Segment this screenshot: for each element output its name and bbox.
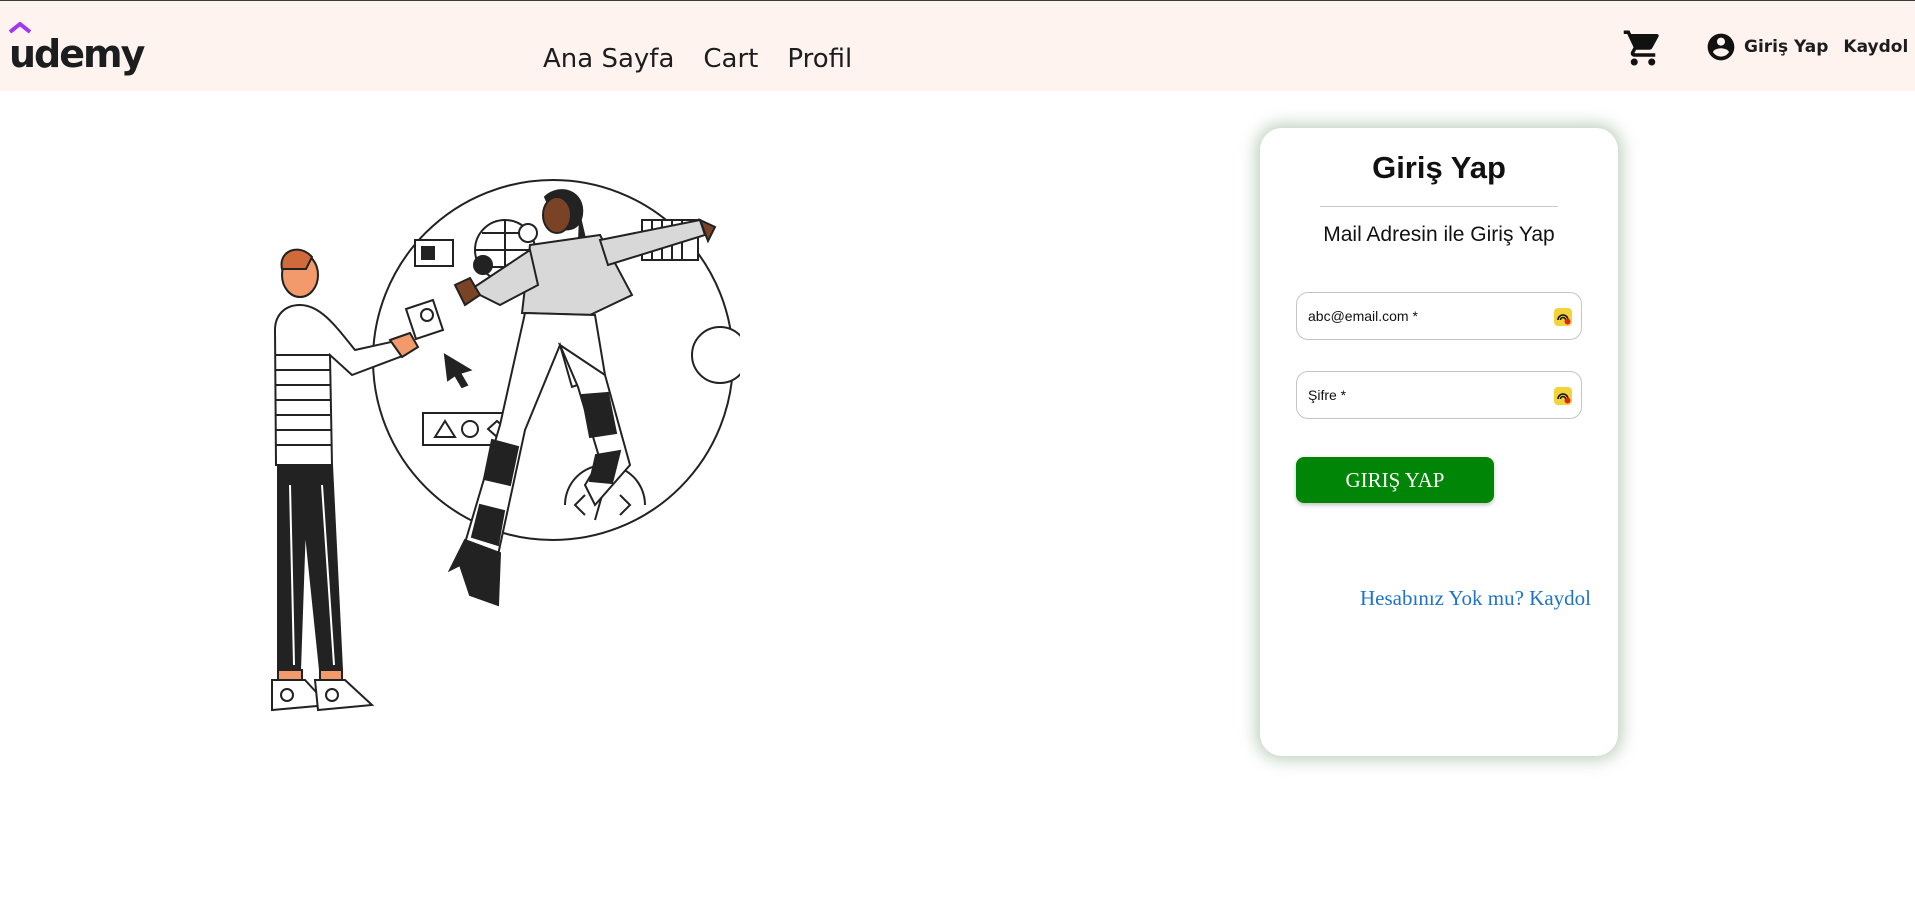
card-subtitle: Mail Adresin ile Giriş Yap xyxy=(1323,223,1555,246)
card-divider xyxy=(1320,206,1558,207)
nav-link-cart[interactable]: Cart xyxy=(703,42,758,76)
auth-area: Giriş Yap Kaydol xyxy=(1705,31,1908,63)
card-title: Giriş Yap xyxy=(1372,150,1506,185)
logo-cap-icon xyxy=(9,22,31,34)
password-manager-icon[interactable] xyxy=(1553,307,1573,327)
password-input[interactable] xyxy=(1297,372,1581,418)
nav-links: Ana Sayfa Cart Profil xyxy=(543,42,852,76)
logo-text: udemy xyxy=(9,32,145,76)
nav-link-profile[interactable]: Profil xyxy=(787,42,852,76)
nav-link-home[interactable]: Ana Sayfa xyxy=(543,42,674,76)
register-link[interactable]: Hesabınız Yok mu? Kaydol xyxy=(1360,586,1591,611)
password-field[interactable]: Şifre * xyxy=(1296,371,1582,419)
learning-people-illustration xyxy=(271,179,740,712)
login-card: Giriş Yap Mail Adresin ile Giriş Yap abc… xyxy=(1260,128,1618,756)
email-field[interactable]: abc@email.com * xyxy=(1296,292,1582,340)
password-manager-icon[interactable] xyxy=(1553,386,1573,406)
udemy-logo[interactable]: udemy xyxy=(9,22,145,76)
account-circle-icon xyxy=(1707,33,1735,61)
email-input[interactable] xyxy=(1297,293,1581,339)
shopping-cart-icon[interactable] xyxy=(1622,27,1664,69)
login-link[interactable]: Giriş Yap xyxy=(1744,37,1828,57)
login-submit-button[interactable]: GIRIŞ YAP xyxy=(1296,457,1494,503)
signup-link[interactable]: Kaydol xyxy=(1843,37,1908,57)
navbar: udemy Ana Sayfa Cart Profil Giriş Yap Ka… xyxy=(0,1,1915,91)
